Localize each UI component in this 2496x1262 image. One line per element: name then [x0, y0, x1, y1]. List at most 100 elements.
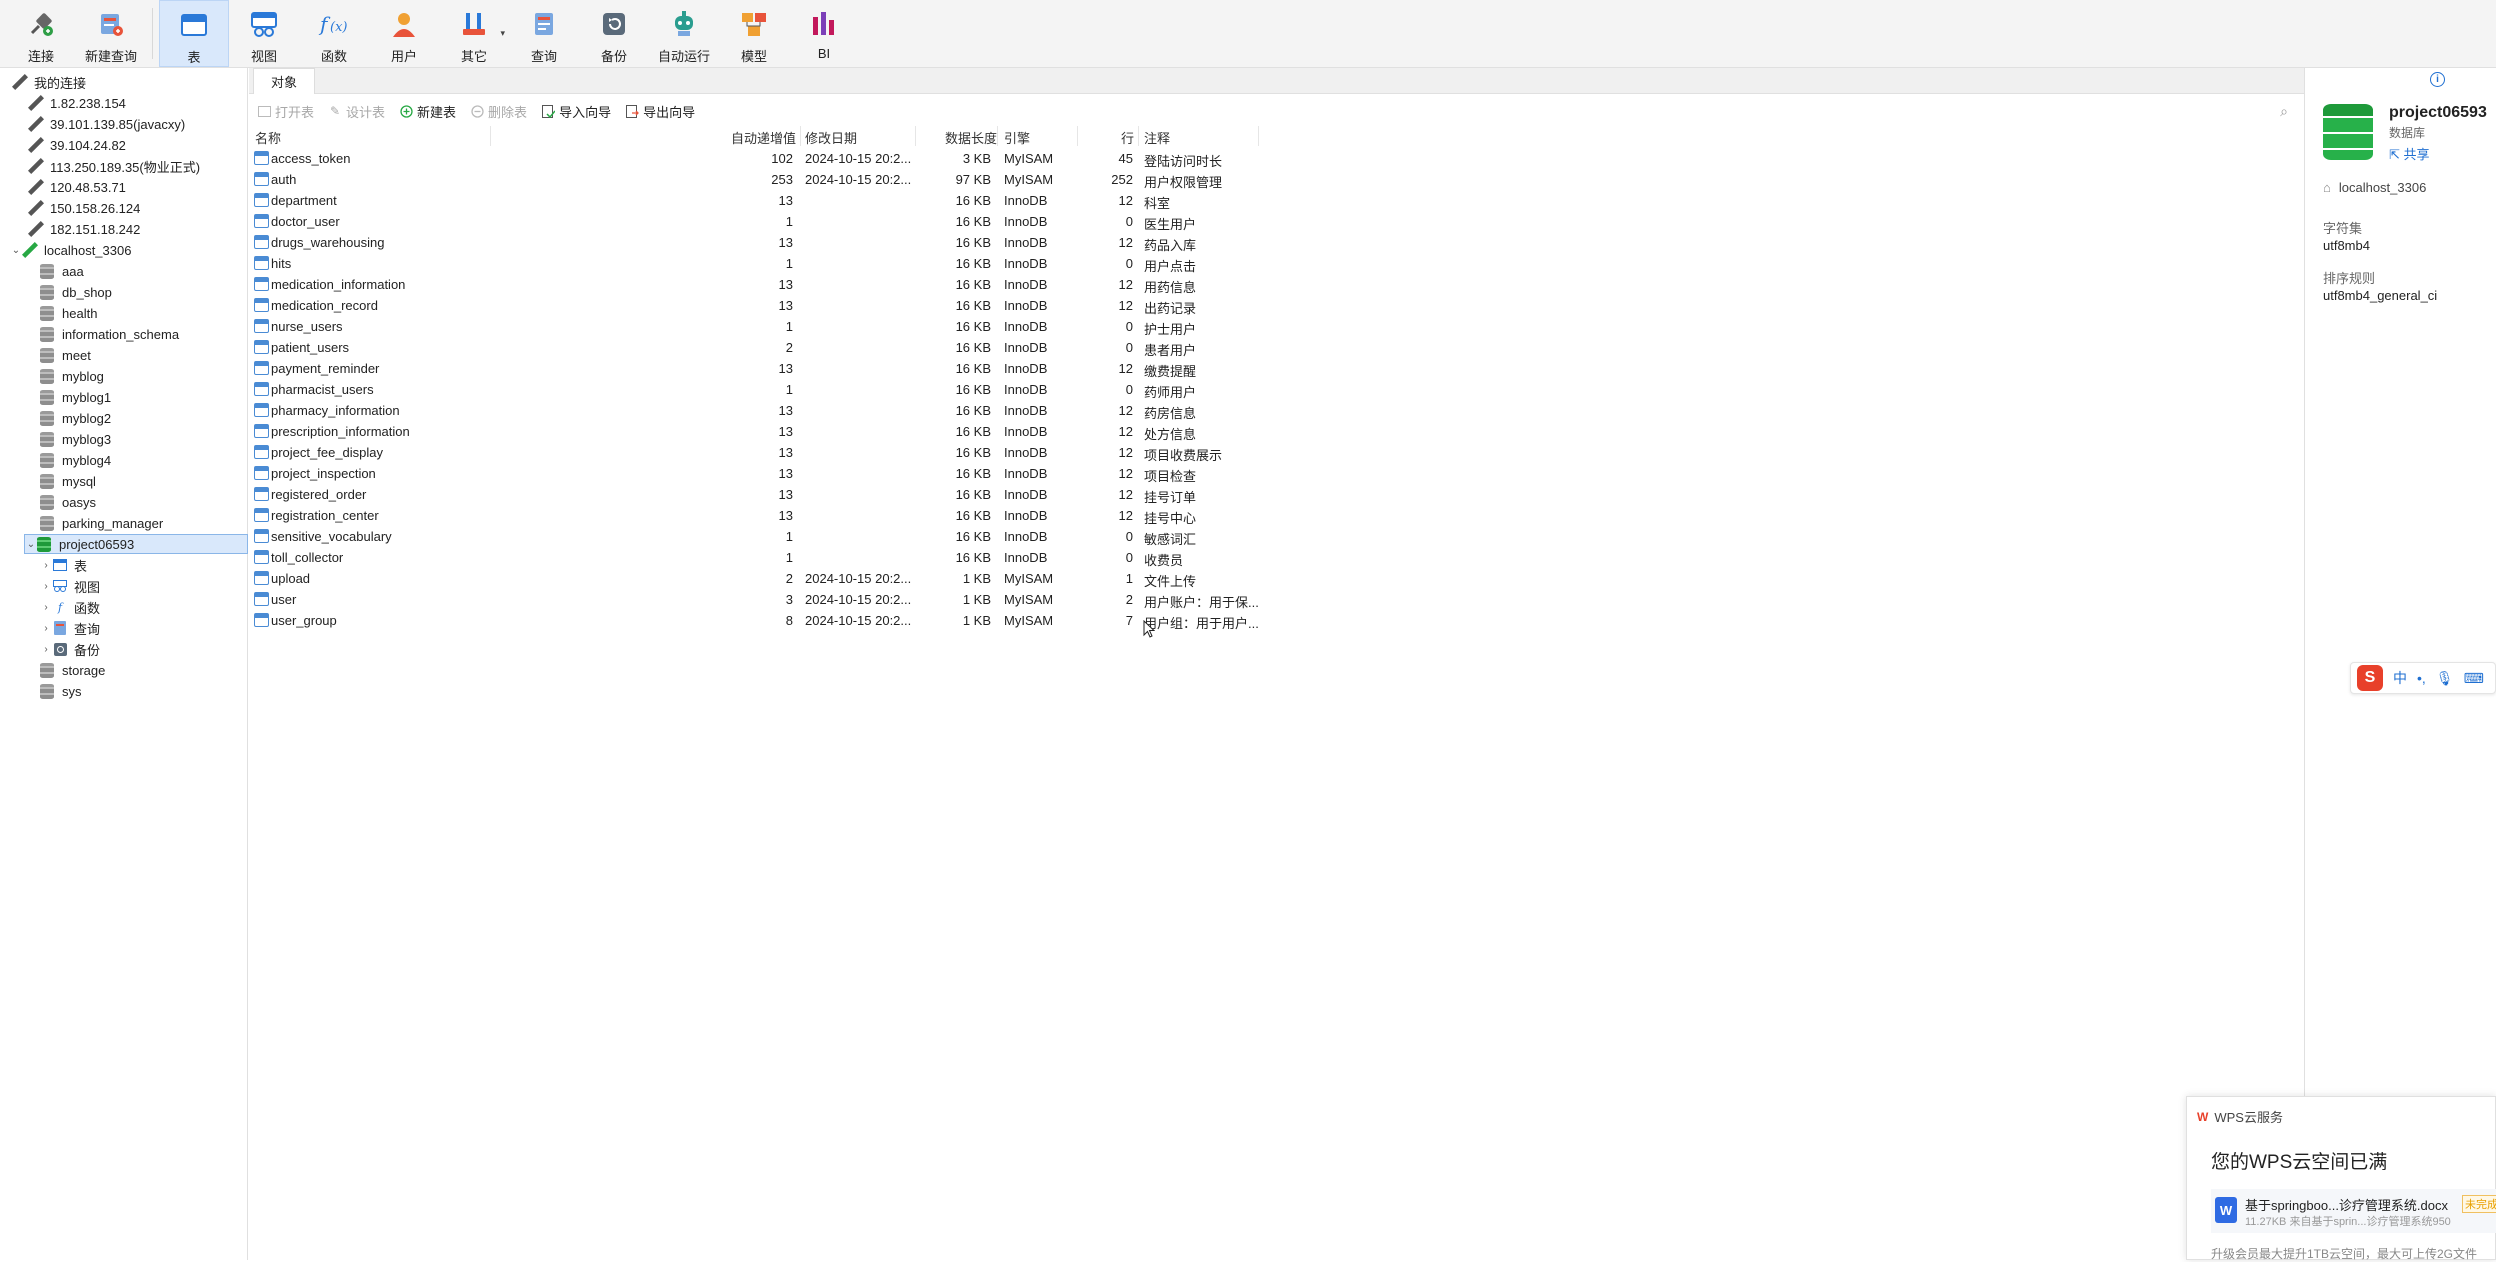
info-icon[interactable]: i — [2430, 72, 2445, 87]
table-row[interactable]: upload 2 2024-10-15 20:2... 1 KB MyISAM 1 文件上传 — [249, 568, 1259, 589]
table-row[interactable]: prescription_information 13 16 KB InnoDB 12 处… — [249, 421, 1259, 442]
table-row[interactable]: project_inspection 13 16 KB InnoDB 12 项目检查 — [249, 463, 1259, 484]
sogou-logo-icon[interactable]: S — [2357, 665, 2383, 691]
connection-item[interactable]: 39.101.139.85(javacxy) — [28, 114, 185, 134]
table-row[interactable]: sensitive_vocabulary 1 16 KB InnoDB 0 敏感词汇 — [249, 526, 1259, 547]
view-button[interactable]: 视图 — [229, 0, 299, 67]
table-row[interactable]: drugs_warehousing 13 16 KB InnoDB 12 药品入库 — [249, 232, 1259, 253]
table-row[interactable]: user_group 8 2024-10-15 20:2... 1 KB MyISAM 7… — [249, 610, 1259, 631]
database-item[interactable]: mysql — [40, 471, 96, 491]
database-item[interactable]: meet — [40, 345, 91, 365]
table-row[interactable]: department 13 16 KB InnoDB 12 科室 — [249, 190, 1259, 211]
connect-button[interactable]: 连接 — [6, 0, 76, 67]
auto-run-button[interactable]: 自动运行 — [649, 0, 719, 67]
column-header-name[interactable]: 名称 — [255, 128, 281, 147]
chevron-down-icon[interactable]: ⌄ — [10, 245, 22, 256]
user-button[interactable]: 用户 — [369, 0, 439, 67]
database-item[interactable]: oasys — [40, 492, 96, 512]
database-item[interactable]: myblog1 — [40, 387, 111, 407]
connection-item[interactable]: 1.82.238.154 — [28, 93, 126, 113]
database-item[interactable]: db_shop — [40, 282, 112, 302]
my-connections-group[interactable]: 我的连接 — [12, 72, 86, 92]
database-item[interactable]: aaa — [40, 261, 84, 281]
table-row[interactable]: medication_information 13 16 KB InnoDB 12 用药信… — [249, 274, 1259, 295]
table-row[interactable]: pharmacy_information 13 16 KB InnoDB 12 药房信息 — [249, 400, 1259, 421]
chevron-right-icon[interactable]: › — [40, 602, 52, 613]
query-button[interactable]: 查询 — [509, 0, 579, 67]
database-item[interactable]: myblog3 — [40, 429, 111, 449]
column-header-data-length[interactable]: 数据长度 — [945, 128, 997, 147]
new-query-button[interactable]: 新建查询 — [76, 0, 146, 67]
database-item[interactable]: information_schema — [40, 324, 179, 344]
design-table-button[interactable]: ✎ 设计表 — [328, 102, 385, 121]
table-row[interactable]: hits 1 16 KB InnoDB 0 用户点击 — [249, 253, 1259, 274]
column-header-rows[interactable]: 行 — [1121, 128, 1134, 147]
column-header-auto-inc[interactable]: 自动递增值 — [731, 128, 796, 147]
table-row[interactable]: patient_users 2 16 KB InnoDB 0 患者用户 — [249, 337, 1259, 358]
table-button[interactable]: 表 — [159, 0, 229, 67]
column-header-modified[interactable]: 修改日期 — [805, 128, 857, 147]
cell-data-length: 1 KB — [962, 571, 991, 586]
column-header-comment[interactable]: 注释 — [1144, 128, 1170, 147]
database-item[interactable]: parking_manager — [40, 513, 163, 533]
bi-button[interactable]: BI — [789, 0, 859, 67]
new-table-button[interactable]: 新建表 — [399, 102, 456, 121]
delete-table-button[interactable]: 删除表 — [470, 102, 527, 121]
model-button[interactable]: 模型 — [719, 0, 789, 67]
import-wizard-button[interactable]: 导入向导 — [541, 102, 611, 121]
punctuation-icon[interactable]: •, — [2417, 670, 2426, 686]
table-row[interactable]: toll_collector 1 16 KB InnoDB 0 收费员 — [249, 547, 1259, 568]
database-item[interactable]: sys — [40, 681, 82, 701]
chevron-right-icon[interactable]: › — [40, 581, 52, 592]
cell-rows: 12 — [1118, 466, 1133, 481]
keyboard-icon[interactable]: ⌨ — [2464, 670, 2484, 687]
column-header-engine[interactable]: 引擎 — [1004, 128, 1030, 147]
connection-item[interactable]: 113.250.189.35(物业正式) — [28, 156, 200, 176]
ime-mode-toggle[interactable]: 中 — [2393, 668, 2407, 688]
table-row[interactable]: nurse_users 1 16 KB InnoDB 0 护士用户 — [249, 316, 1259, 337]
table-row[interactable]: pharmacist_users 1 16 KB InnoDB 0 药师用户 — [249, 379, 1259, 400]
tree-backups[interactable]: › 备份 — [40, 639, 100, 659]
table-row[interactable]: payment_reminder 13 16 KB InnoDB 12 缴费提醒 — [249, 358, 1259, 379]
chevron-down-icon[interactable]: ⌄ — [25, 539, 37, 550]
table-row[interactable]: access_token 102 2024-10-15 20:2... 3 KB MyI… — [249, 148, 1259, 169]
table-row[interactable]: registration_center 13 16 KB InnoDB 12 挂号中心 — [249, 505, 1259, 526]
database-item[interactable]: myblog — [40, 366, 104, 386]
connection-item[interactable]: 182.151.18.242 — [28, 219, 140, 239]
database-item[interactable]: myblog4 — [40, 450, 111, 470]
cell-engine: InnoDB — [1004, 550, 1048, 565]
database-item[interactable]: health — [40, 303, 97, 323]
backup-button[interactable]: 备份 — [579, 0, 649, 67]
table-row[interactable]: user 3 2024-10-15 20:2... 1 KB MyISAM 2 用户账户：用… — [249, 589, 1259, 610]
database-item[interactable]: storage — [40, 660, 105, 680]
database-project06593[interactable]: ⌄ project06593 — [24, 534, 248, 554]
tree-views[interactable]: › 视图 — [40, 576, 100, 596]
table-row[interactable]: doctor_user 1 16 KB InnoDB 0 医生用户 — [249, 211, 1259, 232]
chevron-right-icon[interactable]: › — [40, 644, 52, 655]
tree-tables[interactable]: › 表 — [40, 555, 87, 575]
other-button[interactable]: 其它 ▾ — [439, 0, 509, 67]
table-row[interactable]: auth 253 2024-10-15 20:2... 97 KB MyISAM 252 用… — [249, 169, 1259, 190]
chevron-down-icon[interactable]: ▾ — [500, 28, 505, 39]
cell-name: patient_users — [271, 340, 350, 355]
open-table-button[interactable]: 打开表 — [257, 102, 314, 121]
tab-objects[interactable]: 对象 — [253, 68, 315, 94]
connection-item[interactable]: 120.48.53.71 — [28, 177, 126, 197]
chevron-right-icon[interactable]: › — [40, 623, 52, 634]
chevron-right-icon[interactable]: › — [40, 560, 52, 571]
connection-item[interactable]: 39.104.24.82 — [28, 135, 126, 155]
connection-item[interactable]: 150.158.26.124 — [28, 198, 140, 218]
search-icon[interactable]: ⌕ — [2280, 103, 2288, 120]
microphone-icon[interactable]: 🎙 — [2436, 670, 2454, 687]
table-row[interactable]: project_fee_display 13 16 KB InnoDB 12 项目收费展示 — [249, 442, 1259, 463]
share-link[interactable]: ⇱ 共享 — [2389, 144, 2430, 163]
wps-file-item[interactable]: W 基于springboo...诊疗管理系统.docx 11.27KB 来自基于… — [2211, 1189, 2496, 1233]
function-button[interactable]: f (x) 函数 — [299, 0, 369, 67]
table-row[interactable]: medication_record 13 16 KB InnoDB 12 出药记录 — [249, 295, 1259, 316]
database-item[interactable]: myblog2 — [40, 408, 111, 428]
export-wizard-button[interactable]: 导出向导 — [625, 102, 695, 121]
tree-queries[interactable]: › 查询 — [40, 618, 100, 638]
tree-functions[interactable]: › f 函数 — [40, 597, 100, 617]
local-connection[interactable]: ⌄ localhost_3306 — [10, 240, 131, 260]
table-row[interactable]: registered_order 13 16 KB InnoDB 12 挂号订单 — [249, 484, 1259, 505]
